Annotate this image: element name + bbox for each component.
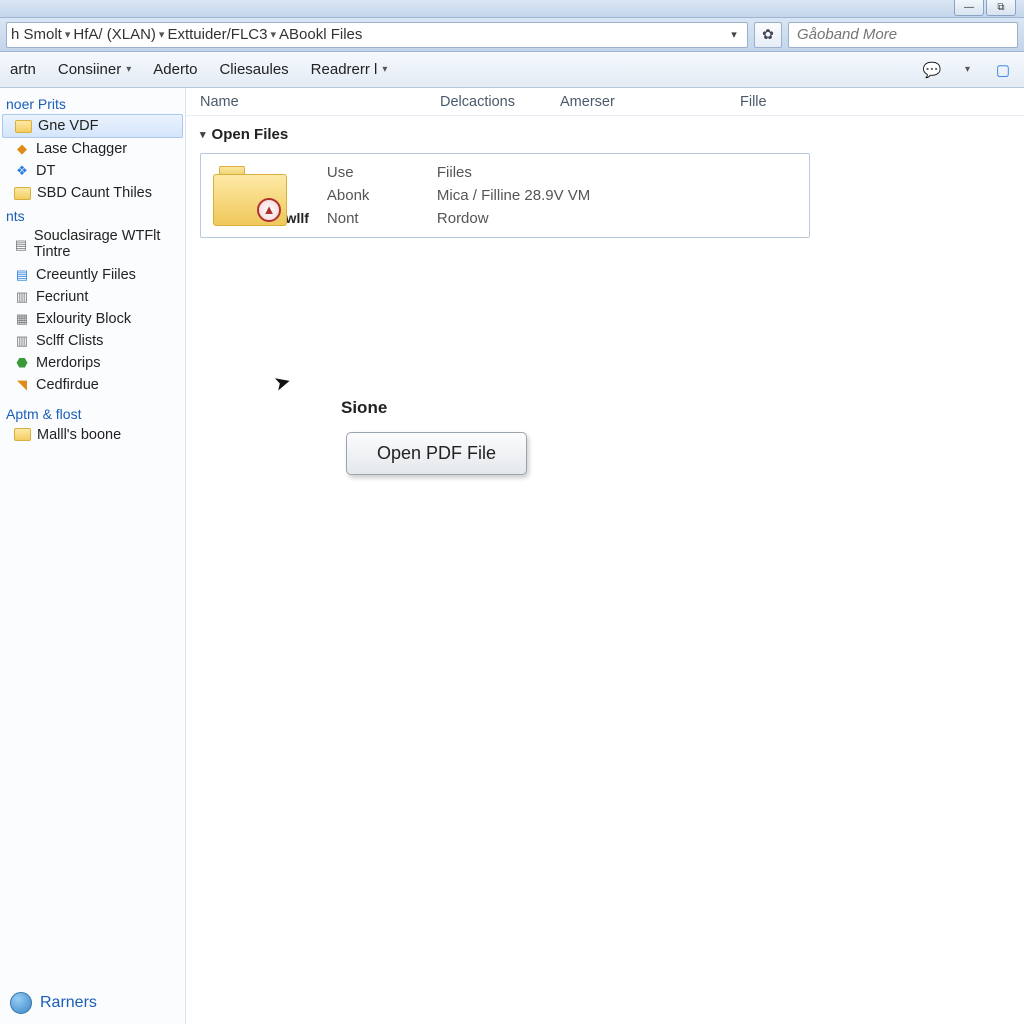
search-input[interactable] bbox=[788, 22, 1018, 48]
toolbar-item-1[interactable]: Consiiner▾ bbox=[58, 61, 131, 78]
sidebar-item-dt[interactable]: ❖ DT bbox=[0, 160, 185, 182]
sidebar-footer[interactable]: Rarners bbox=[0, 988, 107, 1018]
collapse-icon: ▾ bbox=[200, 128, 206, 141]
meta-value: Mica / Filline 28.9V VM bbox=[437, 187, 590, 204]
crumb-3[interactable]: ABookl Files bbox=[279, 26, 362, 43]
sidebar-item-fecriunt[interactable]: ▥ Fecriunt bbox=[0, 286, 185, 308]
doc-icon: ▥ bbox=[14, 289, 30, 305]
window-controls: — ⧉ bbox=[954, 0, 1016, 16]
sidebar-item-label: Lase Chagger bbox=[36, 141, 127, 157]
sidebar-item-label: Malll's boone bbox=[37, 427, 121, 443]
meta-value: Rordow bbox=[437, 210, 590, 227]
doc-icon: ▥ bbox=[14, 333, 30, 349]
folder-icon bbox=[15, 120, 32, 133]
sidebar-item-label: Souclasirage WTFlt Tintre bbox=[34, 229, 179, 261]
pane-icon: ▢ bbox=[996, 61, 1010, 79]
meta-value: Fiiles bbox=[437, 164, 590, 181]
chevron-icon: ▾ bbox=[159, 28, 165, 41]
sidebar-item-label: Gne VDF bbox=[38, 118, 98, 134]
sidebar-item-label: DT bbox=[36, 163, 55, 179]
tooltip-label: Sione bbox=[341, 398, 387, 418]
toolbar-item-4[interactable]: Readrerr l▾ bbox=[311, 61, 388, 78]
chevron-icon: ▾ bbox=[270, 28, 276, 41]
chevron-down-icon: ▾ bbox=[382, 64, 387, 75]
sidebar-header-1: nts bbox=[0, 204, 185, 226]
toolbar-item-2[interactable]: Aderto bbox=[153, 61, 197, 78]
globe-icon bbox=[10, 992, 32, 1014]
sidebar: noer Prits Gne VDF ◆ Lase Chagger ❖ DT SBD… bbox=[0, 88, 186, 1024]
crumb-1[interactable]: HfA/ (XLAN) bbox=[73, 26, 156, 43]
sidebar-item-lase-chagger[interactable]: ◆ Lase Chagger bbox=[0, 138, 185, 160]
sidebar-item-label: Cedfirdue bbox=[36, 377, 99, 393]
column-headers: Name Delcactions Amerser Fille bbox=[186, 88, 1024, 116]
sidebar-item-label: Creeuntly Fiiles bbox=[36, 267, 136, 283]
open-pdf-button[interactable]: Open PDF File bbox=[346, 432, 527, 475]
footer-label: Rarners bbox=[40, 994, 97, 1012]
sidebar-header-2: Aptm & flost bbox=[0, 402, 185, 424]
file-item[interactable]: ▲ Fwllf UseFiiles AbonkMica / Filline 28… bbox=[200, 153, 810, 238]
chevron-icon: ▾ bbox=[65, 28, 71, 41]
doc-icon: ▤ bbox=[14, 237, 28, 253]
cursor-icon: ➤ bbox=[271, 368, 294, 396]
titlebar: — ⧉ bbox=[0, 0, 1024, 18]
app-icon: ◆ bbox=[14, 141, 30, 157]
sidebar-header-0: noer Prits bbox=[0, 92, 185, 114]
sidebar-item-label: SBD Caunt Thiles bbox=[37, 185, 152, 201]
sidebar-item-sbd[interactable]: SBD Caunt Thiles bbox=[0, 182, 185, 204]
main-pane: Name Delcactions Amerser Fille ▾ Open Fi… bbox=[186, 88, 1024, 1024]
toolbar: artn Consiiner▾ Aderto Cliesaules Readre… bbox=[0, 52, 1024, 88]
address-dropdown-icon[interactable]: ▾ bbox=[725, 28, 743, 41]
file-meta: UseFiiles AbonkMica / Filline 28.9V VM N… bbox=[327, 164, 590, 227]
chat-icon: 💬 bbox=[923, 61, 942, 79]
col-file[interactable]: Fille bbox=[740, 94, 840, 110]
sidebar-item-cedfirdue[interactable]: ◥ Cedfirdue bbox=[0, 374, 185, 396]
toolbar-item-3[interactable]: Cliesaules bbox=[219, 61, 288, 78]
folder-icon bbox=[14, 187, 31, 200]
sidebar-item-label: Sclff Clists bbox=[36, 333, 103, 349]
group-title: Open Files bbox=[212, 126, 289, 143]
maximize-button[interactable]: ⧉ bbox=[986, 0, 1016, 16]
sidebar-item-malll[interactable]: Malll's boone bbox=[0, 424, 185, 446]
meta-key: Abonk bbox=[327, 187, 437, 204]
sidebar-item-gne-vdf[interactable]: Gne VDF bbox=[2, 114, 183, 138]
explorer-window: — ⧉ h Smolt▾ HfA/ (XLAN)▾ Exttuider/FLC3… bbox=[0, 0, 1024, 1024]
app-icon: ❖ bbox=[14, 163, 30, 179]
group-header[interactable]: ▾ Open Files bbox=[186, 116, 1024, 149]
address-row: h Smolt▾ HfA/ (XLAN)▾ Exttuider/FLC3▾ AB… bbox=[0, 18, 1024, 52]
sidebar-item-label: Exlourity Block bbox=[36, 311, 131, 327]
preview-pane-button[interactable]: ▢ bbox=[992, 59, 1014, 81]
sidebar-item-label: Merdorips bbox=[36, 355, 100, 371]
content-area: noer Prits Gne VDF ◆ Lase Chagger ❖ DT SBD… bbox=[0, 88, 1024, 1024]
crumb-0[interactable]: h Smolt bbox=[11, 26, 62, 43]
help-button[interactable]: 💬 bbox=[921, 59, 943, 81]
folder-icon bbox=[14, 428, 31, 441]
meta-key: Nont bbox=[327, 210, 437, 227]
sidebar-item-label: Fecriunt bbox=[36, 289, 88, 305]
folder-large-icon: ▲ bbox=[213, 166, 287, 226]
chevron-down-icon: ▾ bbox=[965, 64, 970, 75]
chevron-down-icon: ▾ bbox=[126, 64, 131, 75]
doc-icon: ▦ bbox=[14, 311, 30, 327]
col-name[interactable]: Name bbox=[200, 94, 440, 110]
crumb-2[interactable]: Exttuider/FLC3 bbox=[167, 26, 267, 43]
breadcrumb[interactable]: h Smolt▾ HfA/ (XLAN)▾ Exttuider/FLC3▾ AB… bbox=[6, 22, 748, 48]
pdf-badge-icon: ▲ bbox=[257, 198, 281, 222]
sidebar-item-merdorips[interactable]: ⬣ Merdorips bbox=[0, 352, 185, 374]
app-icon: ⬣ bbox=[14, 355, 30, 371]
meta-key: Use bbox=[327, 164, 437, 181]
toolbar-item-0[interactable]: artn bbox=[10, 61, 36, 78]
col-delcactions[interactable]: Delcactions bbox=[440, 94, 560, 110]
gear-button[interactable]: ✿ bbox=[754, 22, 782, 48]
gear-icon: ✿ bbox=[762, 26, 774, 43]
sidebar-item-exlourity[interactable]: ▦ Exlourity Block bbox=[0, 308, 185, 330]
col-amerser[interactable]: Amerser bbox=[560, 94, 740, 110]
sidebar-item-sclff[interactable]: ▥ Sclff Clists bbox=[0, 330, 185, 352]
sidebar-item-souclasirage[interactable]: ▤ Souclasirage WTFlt Tintre bbox=[0, 226, 185, 264]
minimize-button[interactable]: — bbox=[954, 0, 984, 16]
sidebar-item-creeuntly[interactable]: ▤ Creeuntly Fiiles bbox=[0, 264, 185, 286]
rss-icon: ◥ bbox=[14, 377, 30, 393]
list-icon: ▤ bbox=[14, 267, 30, 283]
